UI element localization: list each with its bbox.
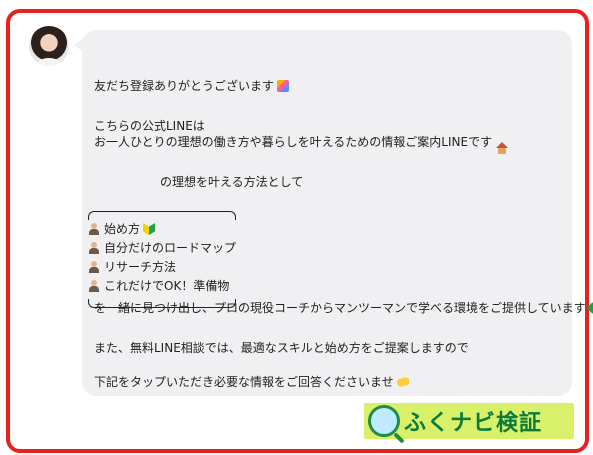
tap-request-text: 下記をタップいただき必要な情報をご回答くださいませ	[94, 375, 394, 389]
list-item: これだけでOK！準備物	[88, 278, 229, 294]
intro-line: こちらの公式LINEは	[94, 119, 205, 133]
clover-icon	[586, 299, 593, 317]
list-item: リサーチ方法	[88, 259, 176, 275]
message-bubble: 友だち登録ありがとうございます こちらの公式LINEは お一人ひとりの理想の働き…	[74, 30, 593, 396]
offer-line: を一緒に見つけ出し、プロの現役コーチからマンツーマンで学べる環境をご提供していま…	[94, 299, 593, 317]
list-item-text: これだけでOK！準備物	[104, 279, 230, 293]
list-item-text: 自分だけのロードマップ	[104, 241, 237, 255]
avatar-shirt	[37, 58, 61, 66]
offer-text: を一緒に見つけ出し、プロの現役コーチからマンツーマンで学べる環境をご提供していま…	[94, 301, 586, 315]
person-icon	[88, 242, 100, 254]
tap-request-line: 下記をタップいただき必要な情報をご回答くださいませ	[94, 374, 409, 390]
greeting-line: 友だち登録ありがとうございます	[94, 78, 290, 94]
greeting-text: 友だち登録ありがとうございます	[94, 79, 275, 93]
person-icon	[88, 280, 100, 292]
purpose-line: お一人ひとりの理想の働き方や暮らしを叶えるための情報ご案内LINEです	[94, 134, 509, 154]
bubble-tail	[74, 38, 83, 52]
person-icon	[88, 261, 100, 273]
beginner-mark-icon	[143, 223, 156, 235]
consult-line: また、無料LINE相談では、最適なスキルと始め方をご提案しますので	[94, 341, 469, 355]
list-top-bracket	[88, 211, 236, 220]
raised-hands-icon	[396, 376, 409, 388]
person-icon	[88, 223, 100, 235]
party-popper-icon	[277, 80, 290, 92]
list-item: 始め方	[88, 221, 156, 237]
purpose-text: お一人ひとりの理想の働き方や暮らしを叶えるための情報ご案内LINEです	[94, 135, 493, 149]
house-icon	[496, 142, 509, 154]
watermark-text: ふくナビ検証	[404, 411, 543, 436]
list-item-text: 始め方	[104, 222, 141, 236]
watermark-logo: ふくナビ検証	[364, 403, 574, 439]
avatar[interactable]	[29, 26, 69, 66]
list-item: 自分だけのロードマップ	[88, 240, 236, 256]
list-item-text: リサーチ方法	[104, 260, 177, 274]
magnifier-leaf-icon	[368, 405, 400, 437]
method-heading: の理想を叶える方法として	[160, 175, 304, 189]
